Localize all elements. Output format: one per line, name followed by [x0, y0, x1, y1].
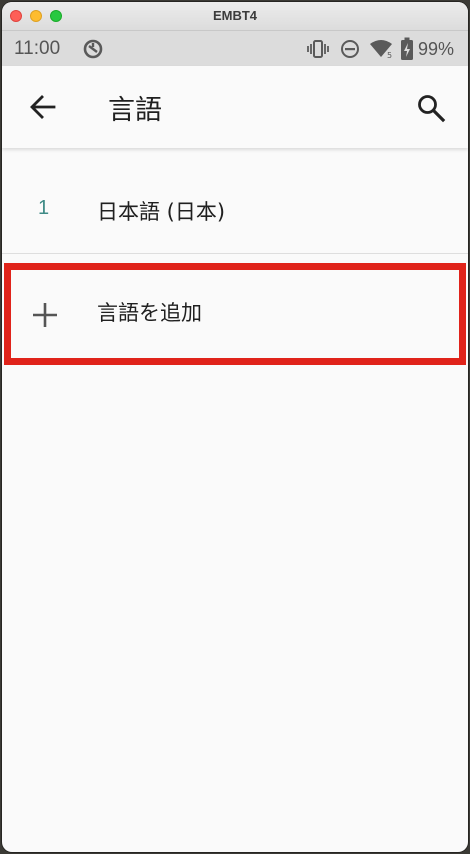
- battery-charging-icon: [401, 37, 413, 60]
- app-window: EMBT4 11:00 5 99% 言語 1 日本語 (日本) 言語を追加: [2, 2, 468, 852]
- language-list: 1 日本語 (日本): [2, 149, 468, 254]
- battery-percent: 99%: [418, 39, 455, 59]
- status-time: 11:00: [14, 38, 61, 59]
- add-language-label: 言語を追加: [97, 301, 202, 325]
- wifi-icon: 5: [370, 40, 392, 59]
- svg-text:5: 5: [387, 51, 392, 59]
- window-titlebar: EMBT4: [2, 2, 468, 31]
- status-bar: 11:00 5 99%: [2, 31, 468, 66]
- window-title: EMBT4: [212, 8, 258, 23]
- vibrate-icon: [307, 40, 329, 58]
- arrow-left-icon[interactable]: [28, 92, 58, 122]
- add-language-button[interactable]: 言語を追加: [4, 263, 466, 365]
- do-not-disturb-icon: [341, 40, 359, 58]
- language-index: 1: [38, 197, 50, 219]
- plus-icon: [33, 303, 57, 327]
- search-icon[interactable]: [416, 93, 446, 123]
- language-name: 日本語 (日本): [97, 200, 226, 224]
- app-bar: 言語: [2, 66, 468, 148]
- language-item[interactable]: 1 日本語 (日本): [2, 149, 468, 254]
- data-saver-icon: [83, 39, 103, 59]
- page-title: 言語: [108, 95, 162, 126]
